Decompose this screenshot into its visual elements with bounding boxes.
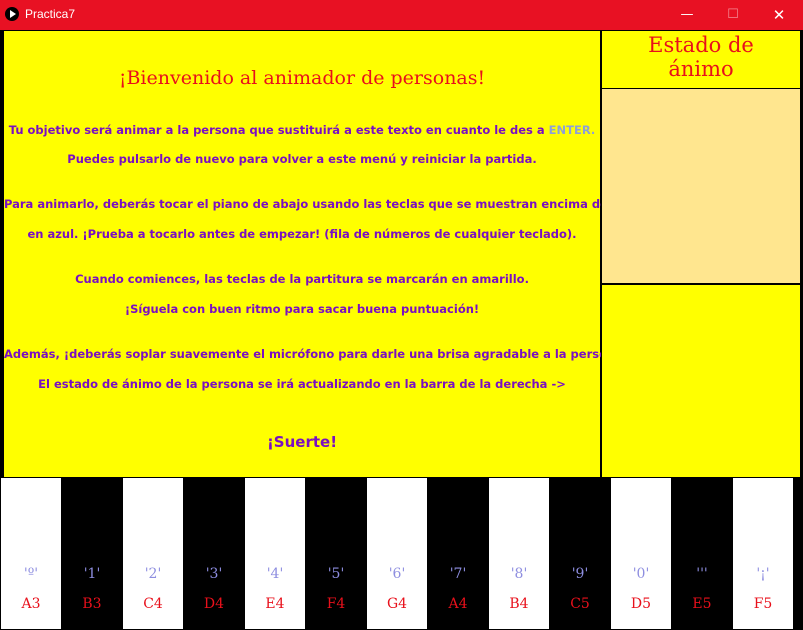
keyboard-key-label: '3' — [205, 566, 223, 582]
instruction-line-3: Para animarlo, deberás tocar el piano de… — [4, 197, 647, 211]
app-play-icon — [5, 7, 19, 21]
keyboard-key-label: '4' — [266, 566, 284, 582]
mood-title-line-1: Estado de — [648, 33, 754, 57]
mood-title-panel: Estado de ánimo — [601, 30, 801, 89]
instruction-line-4: en azul. ¡Prueba a tocarlo antes de empe… — [27, 227, 577, 241]
keyboard-key-label: '0' — [632, 566, 650, 582]
piano-key-a4[interactable]: '7' A4 — [428, 478, 488, 629]
keyboard-key-label: '2' — [144, 566, 162, 582]
mood-title: Estado de ánimo — [602, 33, 800, 81]
note-label: D5 — [630, 596, 652, 612]
note-label: B3 — [82, 596, 102, 612]
instruction-line-5: Cuando comiences, las teclas de la parti… — [75, 272, 529, 286]
note-label: G4 — [386, 596, 408, 612]
welcome-heading: ¡Bienvenido al animador de personas! — [118, 67, 486, 89]
keyboard-key-label: '9' — [571, 566, 589, 582]
instruction-line-2: Puedes pulsarlo de nuevo para volver a e… — [67, 152, 537, 166]
welcome-panel: ¡Bienvenido al animador de personas! Tu … — [3, 30, 647, 478]
piano-key-f5[interactable]: '¡' F5 — [733, 478, 793, 629]
keyboard-key-label: 'º' — [23, 566, 39, 582]
note-label: C5 — [570, 596, 590, 612]
keyboard-key-label: '5' — [327, 566, 345, 582]
keyboard-key-label: '¡' — [756, 566, 770, 582]
maximize-button[interactable]: ☐ — [710, 0, 756, 30]
sketch-canvas[interactable]: ¡Bienvenido al animador de personas! Tu … — [1, 30, 802, 629]
piano-key-d5[interactable]: '0' D5 — [611, 478, 671, 629]
minimize-button[interactable]: — — [664, 0, 710, 30]
note-label: C4 — [143, 596, 163, 612]
instruction-line-8: El estado de ánimo de la persona se irá … — [38, 377, 566, 391]
piano-key-b3[interactable]: '1' B3 — [62, 478, 122, 629]
note-label: F4 — [326, 596, 346, 612]
piano-key-f4[interactable]: '5' F4 — [306, 478, 366, 629]
note-label: E4 — [265, 596, 285, 612]
keyboard-key-label: '1' — [83, 566, 101, 582]
keyboard-key-label: '7' — [449, 566, 467, 582]
piano-key-g4[interactable]: '6' G4 — [367, 478, 427, 629]
enter-key-hint: ENTER. — [548, 123, 596, 137]
keyboard-key-label: ''' — [696, 566, 708, 582]
note-label: B4 — [509, 596, 529, 612]
note-label: A3 — [21, 596, 41, 612]
note-label: D4 — [203, 596, 225, 612]
window-title: Practica7 — [25, 7, 76, 21]
mood-bar-lower — [601, 284, 801, 478]
piano-key-d4[interactable]: '3' D4 — [184, 478, 244, 629]
title-bar: Practica7 — ☐ ✕ — [0, 0, 803, 30]
good-luck-text: ¡Suerte! — [266, 433, 338, 451]
instruction-line-1: Tu objetivo será animar a la persona que… — [4, 123, 600, 137]
mood-bar — [601, 88, 801, 284]
instruction-line-6: ¡Síguela con buen ritmo para sacar buena… — [124, 302, 480, 316]
piano-key-e5[interactable]: ''' E5 — [672, 478, 732, 629]
piano: 'º' A3 '1' B3 '2' C4 '3' D4 '4' E4 '5' F4 '6' G4 '7' A4… — [1, 478, 802, 629]
piano-key-b4[interactable]: '8' B4 — [489, 478, 549, 629]
note-label: F5 — [753, 596, 773, 612]
note-label: E5 — [692, 596, 712, 612]
piano-key-e4[interactable]: '4' E4 — [245, 478, 305, 629]
mood-title-line-2: ánimo — [668, 57, 734, 81]
note-label: A4 — [448, 596, 468, 612]
instruction-line-7: Además, ¡deberás soplar suavemente el mi… — [4, 347, 629, 361]
keyboard-key-label: '8' — [510, 566, 528, 582]
piano-key-a3[interactable]: 'º' A3 — [1, 478, 61, 629]
piano-key-c5[interactable]: '9' C5 — [550, 478, 610, 629]
close-button[interactable]: ✕ — [756, 0, 802, 30]
instruction-text: Tu objetivo será animar a la persona que… — [8, 123, 549, 137]
keyboard-key-label: '6' — [388, 566, 406, 582]
piano-key-c4[interactable]: '2' C4 — [123, 478, 183, 629]
